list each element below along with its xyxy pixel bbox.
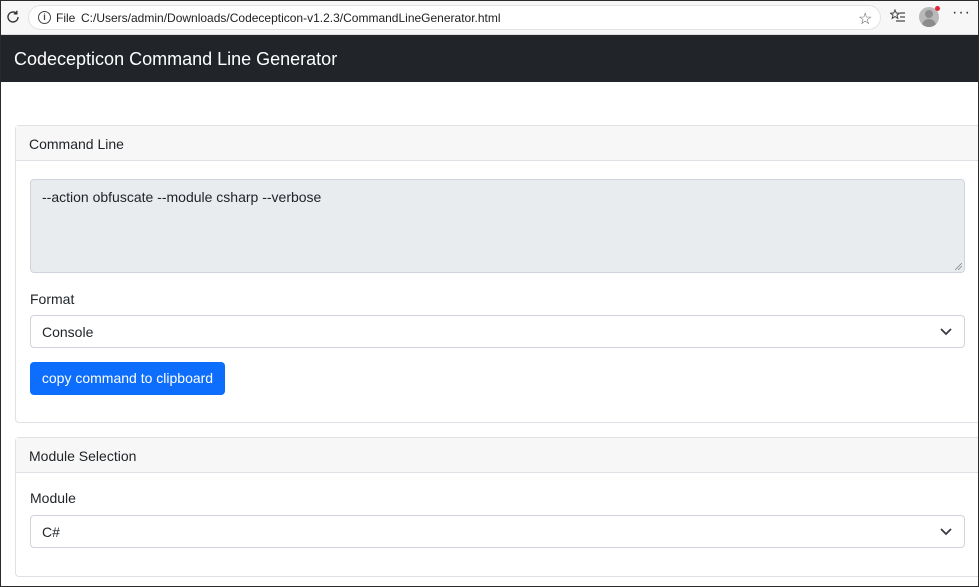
chevron-down-icon: [940, 528, 952, 536]
module-label: Module: [30, 490, 76, 506]
browser-toolbar: i File C:/Users/admin/Downloads/Codecept…: [1, 1, 978, 35]
command-line-card: Command Line --action obfuscate --module…: [15, 125, 978, 423]
command-text: --action obfuscate --module csharp --ver…: [42, 189, 322, 205]
format-selected-value: Console: [42, 324, 94, 340]
resize-grip-icon[interactable]: [955, 263, 962, 270]
card-header: Command Line: [16, 126, 978, 161]
info-icon[interactable]: i: [38, 11, 51, 24]
card-header: Module Selection: [16, 438, 978, 473]
file-scheme-label: File: [56, 11, 76, 25]
module-selection-card: Module Selection Module C#: [15, 437, 978, 577]
format-select[interactable]: Console: [30, 315, 965, 348]
module-selected-value: C#: [42, 524, 60, 540]
navbar-brand[interactable]: Codecepticon Command Line Generator: [14, 49, 337, 70]
url-text[interactable]: C:/Users/admin/Downloads/Codecepticon-v1…: [81, 11, 501, 25]
reload-icon[interactable]: [5, 9, 21, 25]
browser-window: i File C:/Users/admin/Downloads/Codecept…: [0, 0, 979, 587]
card-title: Module Selection: [29, 448, 137, 464]
more-options-icon[interactable]: ···: [952, 4, 971, 22]
favorites-icon[interactable]: [890, 8, 906, 24]
command-textarea[interactable]: --action obfuscate --module csharp --ver…: [30, 179, 965, 273]
format-label: Format: [30, 291, 75, 307]
module-select[interactable]: C#: [30, 515, 965, 548]
star-icon[interactable]: ☆: [858, 9, 872, 29]
copy-command-button[interactable]: copy command to clipboard: [30, 362, 225, 395]
notification-dot: [935, 6, 940, 11]
card-title: Command Line: [29, 136, 124, 152]
address-bar[interactable]: i File C:/Users/admin/Downloads/Codecept…: [28, 5, 881, 30]
navbar: Codecepticon Command Line Generator: [1, 35, 978, 82]
chevron-down-icon: [940, 328, 952, 336]
